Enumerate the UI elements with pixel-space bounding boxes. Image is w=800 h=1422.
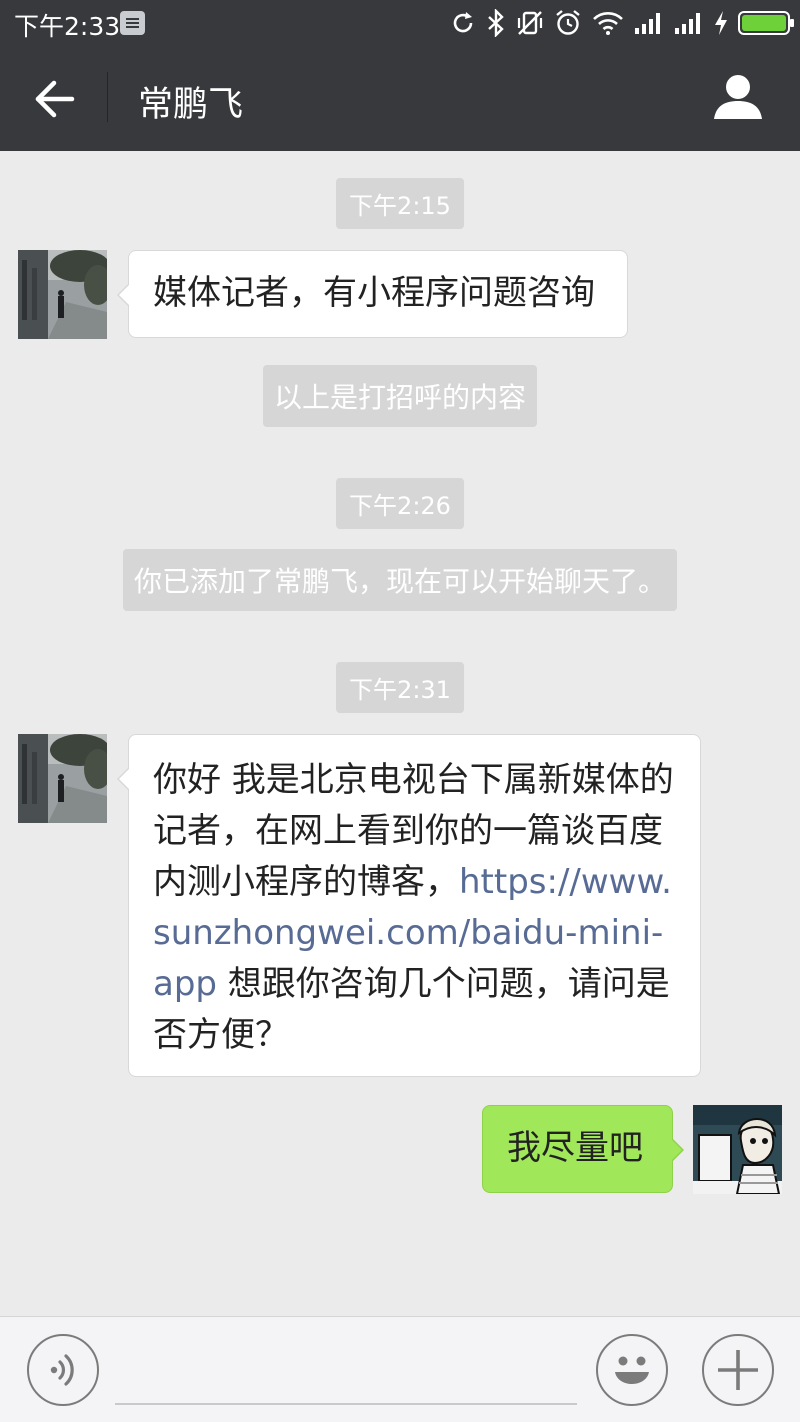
chat-area[interactable]: 下午2:15 媒体记者，有小程序问题咨询 以上是打招呼的内容 下午2:26 你已… [0, 151, 800, 1316]
blog-link[interactable]: sunzhongwei.com/baidu-mini- [153, 913, 663, 953]
battery-level [742, 15, 786, 31]
blog-link[interactable]: app [153, 964, 217, 1004]
timestamp: 下午2:31 [336, 662, 464, 713]
alarm-icon [556, 10, 580, 35]
emoji-button[interactable] [596, 1334, 668, 1406]
sent-message[interactable]: 我尽量吧 [482, 1105, 684, 1193]
charging-icon [715, 11, 727, 35]
voice-button[interactable] [27, 1334, 99, 1406]
bluetooth-icon [488, 9, 504, 37]
voice-icon [50, 1354, 74, 1386]
more-button[interactable] [702, 1334, 774, 1406]
notification-icon [120, 11, 145, 35]
signal-icon [635, 13, 660, 34]
message-input[interactable] [115, 1403, 577, 1405]
contact-avatar[interactable] [18, 734, 107, 823]
vibrate-off-icon [517, 11, 543, 35]
status-time: 下午2:33 [14, 12, 121, 41]
plus-icon [718, 1350, 758, 1390]
person-icon [714, 75, 762, 119]
input-bar [0, 1316, 800, 1422]
battery-icon [738, 11, 794, 35]
message-text: 我尽量吧 [507, 1128, 643, 1168]
message-line: 否方便？ [153, 1015, 289, 1055]
status-bar: 下午2:33 [0, 0, 800, 46]
smiley-icon [615, 1356, 649, 1384]
system-message: 以上是打招呼的内容 [262, 365, 538, 427]
back-button[interactable] [28, 72, 82, 126]
system-message: 你已添加了常鹏飞，现在可以开始聊天了。 [122, 549, 678, 611]
message-line: 你好 我是北京电视台下属新媒体的 [153, 760, 674, 800]
blog-link[interactable]: https://www. [459, 862, 672, 902]
message-line: 记者，在网上看到你的一篇谈百度 [153, 811, 663, 851]
street-photo-avatar [18, 250, 107, 339]
page-title: 常鹏飞 [138, 85, 244, 125]
profile-button[interactable] [712, 72, 764, 124]
arrow-left-icon [35, 80, 75, 118]
timestamp: 下午2:26 [336, 478, 464, 529]
message-text: 内测小程序的博客， [153, 862, 459, 902]
wifi-icon [593, 12, 623, 35]
street-photo-avatar [18, 734, 107, 823]
timestamp: 下午2:15 [336, 178, 464, 229]
my-avatar[interactable] [693, 1105, 782, 1194]
message-line: app 想跟你咨询几个问题，请问是 [153, 959, 688, 1010]
contact-avatar[interactable] [18, 250, 107, 339]
received-message[interactable]: 你好 我是北京电视台下属新媒体的 记者，在网上看到你的一篇谈百度 内测小程序的博… [117, 734, 701, 1077]
message-line: sunzhongwei.com/baidu-mini- [153, 908, 688, 959]
chat-header: 常鹏飞 [0, 46, 800, 151]
sync-icon [453, 12, 473, 33]
status-icons [450, 8, 794, 38]
message-line: 内测小程序的博客，https://www. [153, 857, 688, 908]
header-divider [107, 72, 108, 122]
signal-2-icon [675, 13, 700, 34]
message-text: 媒体记者，有小程序问题咨询 [153, 273, 595, 313]
message-text: 想跟你咨询几个问题，请问是 [217, 964, 670, 1004]
received-message[interactable]: 媒体记者，有小程序问题咨询 [117, 250, 628, 338]
cartoon-avatar [693, 1105, 782, 1194]
